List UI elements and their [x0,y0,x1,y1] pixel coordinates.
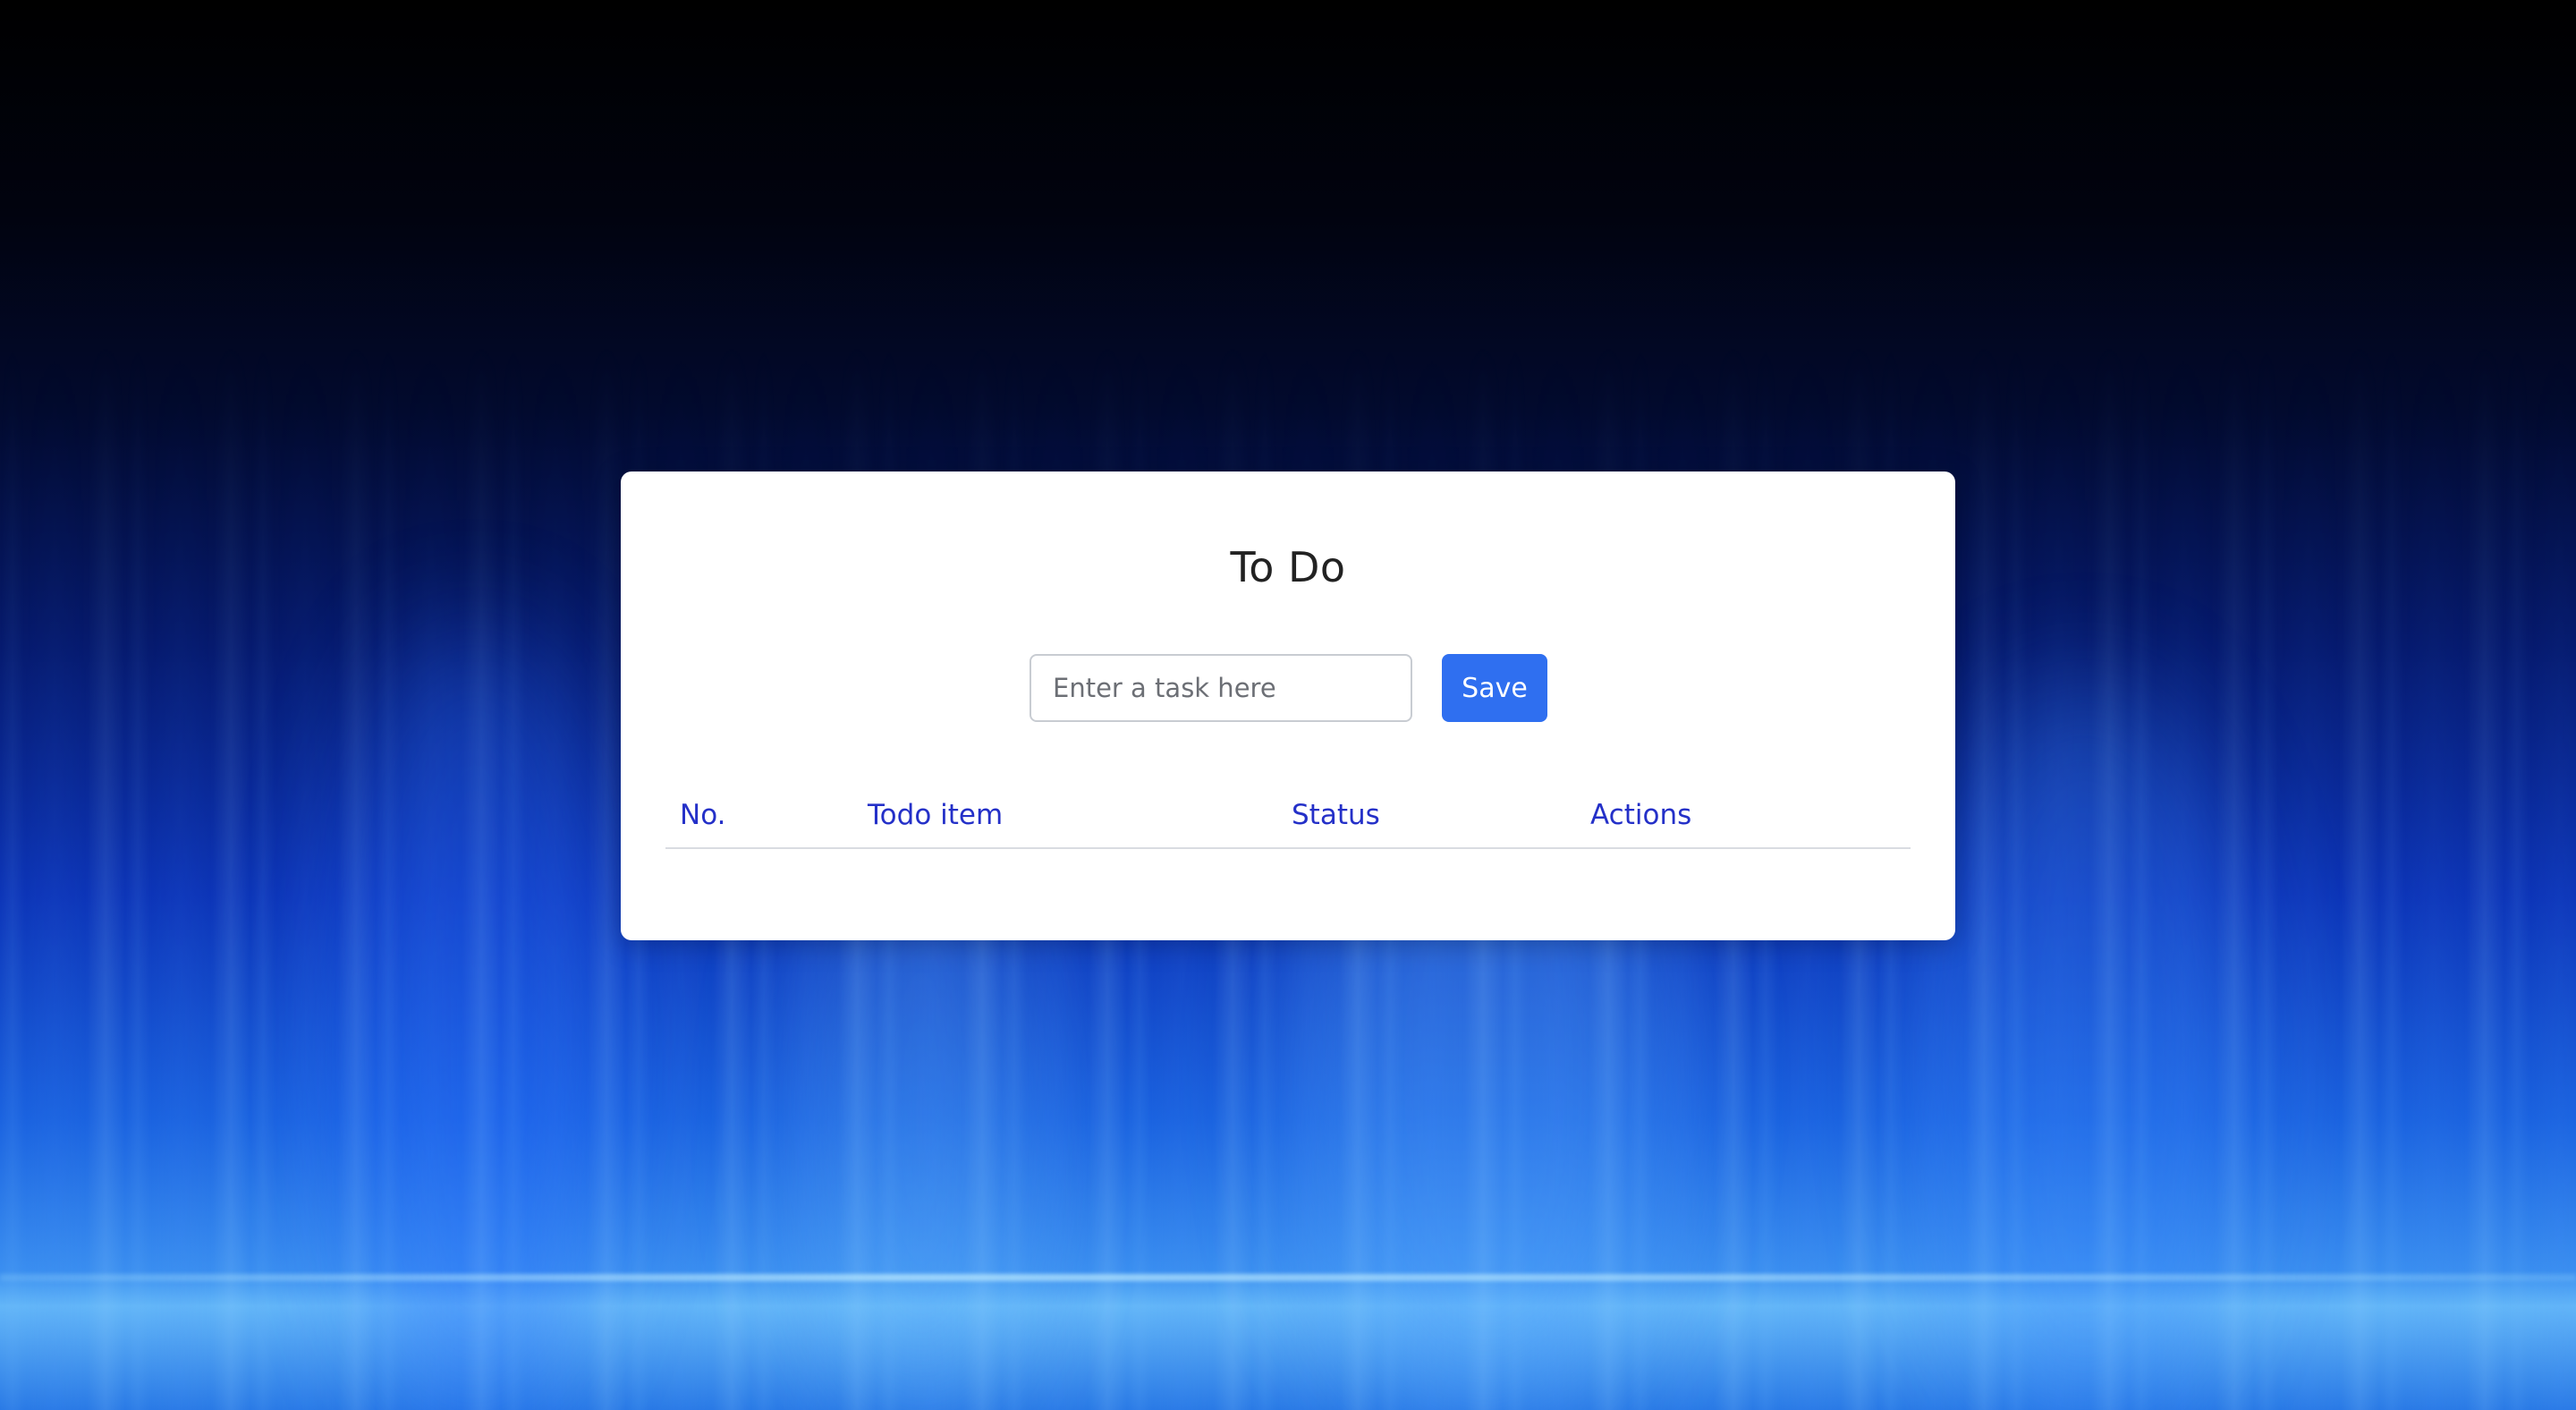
column-header-status: Status [1292,799,1380,831]
column-header-todo-item: Todo item [868,799,1004,831]
task-input[interactable] [1030,654,1412,722]
todo-card: To Do Save No. Todo item Status Actions [621,471,1955,940]
save-button[interactable]: Save [1442,654,1547,722]
page-background: To Do Save No. Todo item Status Actions [0,0,2576,1410]
column-header-no: No. [680,799,726,831]
page-title: To Do [1230,543,1346,591]
column-header-actions: Actions [1590,799,1692,831]
background-horizon-line [0,1274,2576,1281]
todo-table-header: No. Todo item Status Actions [665,799,1911,849]
